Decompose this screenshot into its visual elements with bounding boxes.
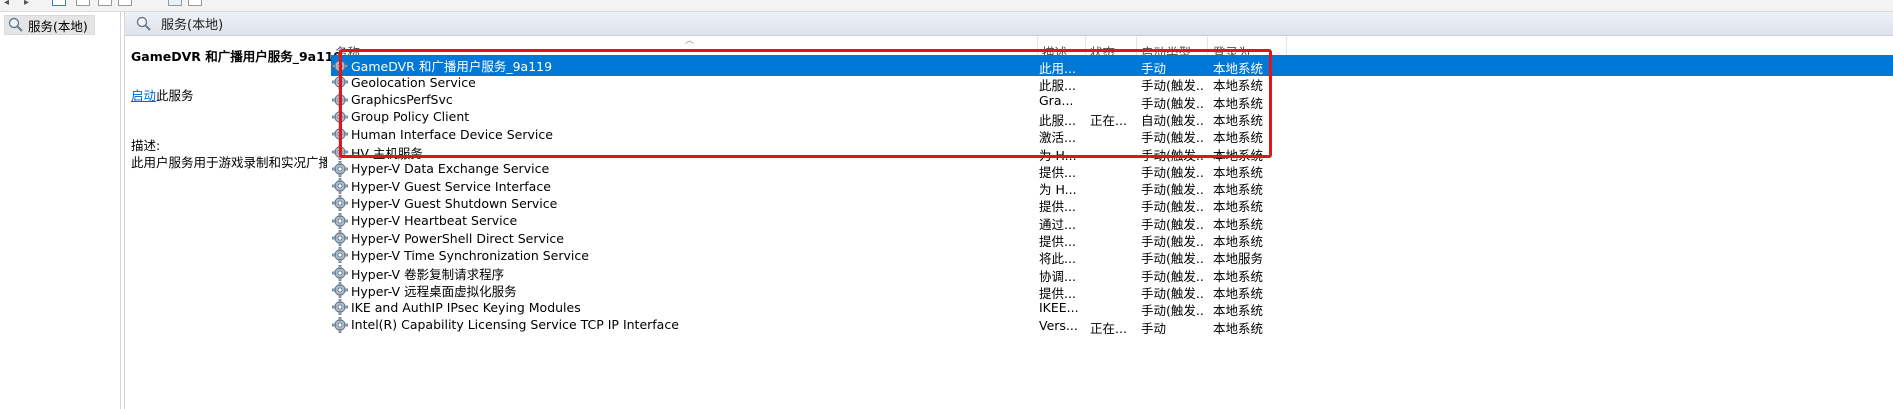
service-name: Hyper-V PowerShell Direct Service	[351, 230, 564, 246]
toolbar: ◂ ▸	[0, 0, 1893, 12]
selected-service-title: GameDVR 和广播用户服务_9a119	[131, 49, 343, 64]
service-gear-icon	[332, 91, 348, 108]
service-name-cell: IKE and AuthIP IPsec Keying Modules	[331, 298, 1031, 316]
start-service-row: 启动此服务	[131, 85, 194, 104]
service-name-cell: GraphicsPerfSvc	[331, 91, 1031, 109]
forward-arrow-icon[interactable]: ▸	[24, 0, 29, 8]
service-row[interactable]: Intel(R) Capability Licensing Service TC…	[331, 315, 1893, 336]
service-name: Hyper-V Guest Service Interface	[351, 178, 551, 194]
service-description: Gra...	[1039, 92, 1074, 108]
refresh-icon[interactable]	[98, 0, 112, 6]
service-description: IKEE...	[1039, 300, 1079, 316]
service-gear-icon	[332, 126, 348, 143]
pane-header: 服务(本地)	[125, 12, 1893, 36]
description-text: 此用户服务用于游戏录制和实况广播	[131, 155, 327, 170]
start-service-link[interactable]: 启动	[131, 88, 156, 103]
service-gear-icon	[332, 316, 348, 333]
service-name: Hyper-V Heartbeat Service	[351, 213, 518, 229]
service-gear-icon	[332, 160, 348, 177]
service-name-cell: Hyper-V Time Synchronization Service	[331, 246, 1031, 264]
console-tree: 服务(本地)	[0, 12, 121, 409]
service-gear-icon	[332, 299, 348, 316]
service-name: Human Interface Device Service	[351, 126, 553, 142]
service-name: IKE and AuthIP IPsec Keying Modules	[351, 299, 581, 315]
service-gear-icon	[332, 178, 348, 194]
help-icon[interactable]	[168, 0, 182, 6]
start-service-suffix: 此服务	[156, 88, 194, 103]
back-arrow-icon[interactable]: ◂	[4, 0, 9, 8]
service-name-cell: Hyper-V Heartbeat Service	[331, 212, 1031, 230]
export-list-icon[interactable]	[118, 0, 132, 6]
console-tree-icon[interactable]	[52, 0, 66, 6]
service-name-cell: Group Policy Client	[331, 108, 1031, 126]
service-name-cell: Human Interface Device Service	[331, 125, 1031, 143]
view-icon[interactable]	[188, 0, 202, 6]
description-pane: GameDVR 和广播用户服务_9a119 启动此服务 描述: 此用户服务用于游…	[131, 36, 342, 409]
service-gear-icon	[332, 230, 348, 246]
service-name: Hyper-V Data Exchange Service	[351, 161, 550, 177]
service-name-cell: Hyper-V Data Exchange Service	[331, 160, 1031, 178]
service-name: Hyper-V Guest Shutdown Service	[351, 195, 558, 211]
service-gear-icon	[332, 247, 348, 264]
sort-ascending-icon: ︿	[685, 36, 695, 46]
service-logon-as: 本地系统	[1213, 320, 1264, 336]
service-name: Hyper-V Time Synchronization Service	[351, 247, 589, 263]
tree-node-label: 服务(本地)	[28, 18, 88, 34]
service-name: Intel(R) Capability Licensing Service TC…	[351, 317, 679, 332]
service-gear-icon	[332, 195, 348, 212]
service-name: GraphicsPerfSvc	[351, 92, 453, 108]
service-startup-type: 手动	[1141, 320, 1167, 336]
service-gear-icon	[332, 108, 348, 125]
tree-node-services-local[interactable]: 服务(本地)	[4, 15, 95, 35]
service-gear-icon	[332, 212, 348, 229]
service-name-cell: Hyper-V Guest Service Interface	[331, 177, 1031, 195]
service-gear-icon	[332, 74, 348, 91]
services-list: ︿ 名称 描述 状态 启动类型 登录为 GameDVR 和广播用户服务_9a11…	[331, 36, 1893, 409]
service-name-cell: Intel(R) Capability Licensing Service TC…	[331, 316, 1031, 334]
service-name-cell: Hyper-V PowerShell Direct Service	[331, 229, 1031, 247]
service-name-cell: Geolocation Service	[331, 73, 1031, 91]
service-status: 正在...	[1090, 320, 1127, 336]
service-name-cell: Hyper-V Guest Shutdown Service	[331, 194, 1031, 212]
service-name: Geolocation Service	[351, 74, 476, 90]
properties-icon[interactable]	[76, 0, 90, 6]
services-magnifier-icon	[136, 16, 151, 31]
services-magnifier-icon	[8, 17, 23, 32]
service-description: Vers...	[1039, 317, 1078, 333]
pane-header-title: 服务(本地)	[161, 18, 224, 33]
service-name: Group Policy Client	[351, 109, 470, 125]
